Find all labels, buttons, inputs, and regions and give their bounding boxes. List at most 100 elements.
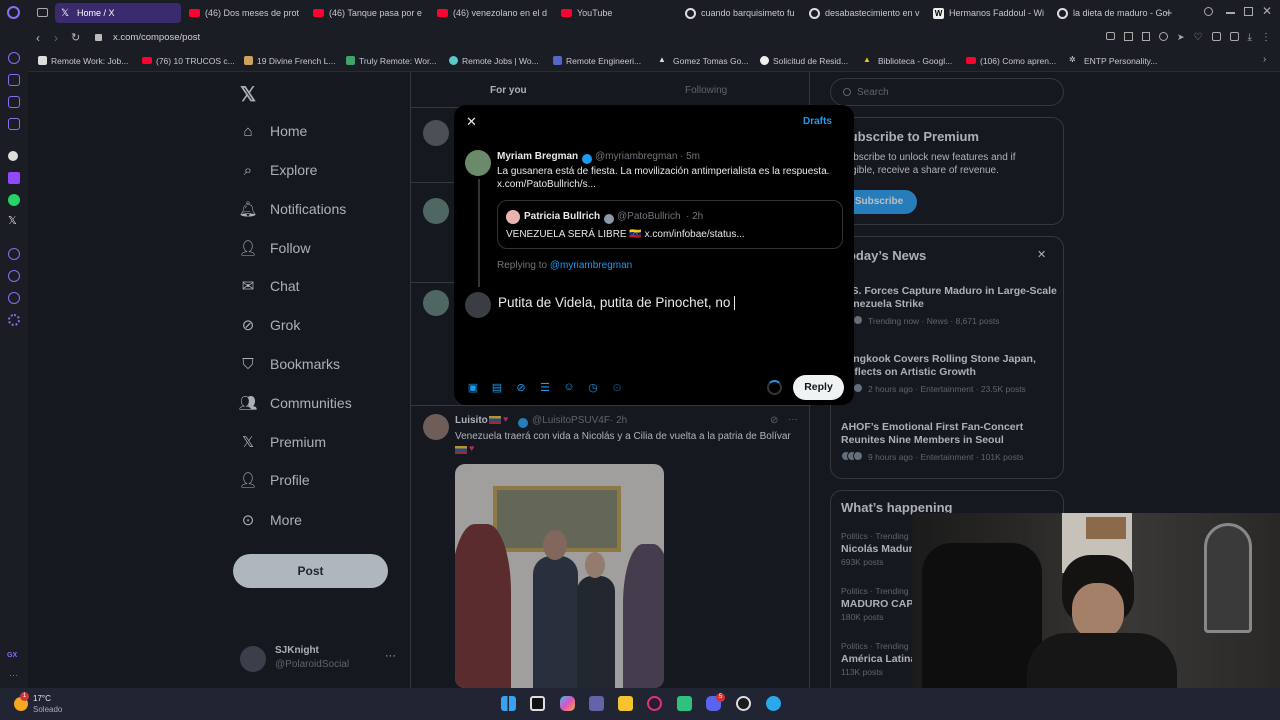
- quoted-post[interactable]: Patricia Bullrich @PatoBullrich · 2h VEN…: [497, 200, 843, 249]
- music-icon[interactable]: [8, 248, 20, 260]
- close-window-icon[interactable]: ✕: [1262, 4, 1272, 18]
- whatsapp-icon[interactable]: [8, 194, 20, 206]
- tab-overview-icon[interactable]: [37, 8, 48, 17]
- teams-icon[interactable]: [589, 696, 604, 711]
- youtube-icon: [189, 9, 200, 17]
- reply-textarea[interactable]: Putita de Videla, putita de Pinochet, no: [498, 295, 838, 365]
- bookmark-item[interactable]: Remote Engineeri...: [545, 55, 650, 66]
- tab-youtube-3[interactable]: (46) venezolano en el d: [431, 3, 553, 23]
- minimize-icon[interactable]: [1226, 12, 1235, 14]
- bookmark-item[interactable]: (76) 10 TRUCOS c...: [134, 55, 236, 66]
- notepad-icon[interactable]: [677, 696, 692, 711]
- camera-icon[interactable]: [1106, 32, 1115, 40]
- wallet-icon[interactable]: [1229, 32, 1239, 41]
- settings-icon[interactable]: [8, 314, 20, 326]
- tab-youtube-4[interactable]: YouTube: [555, 3, 677, 23]
- schedule-icon[interactable]: ◷: [587, 381, 599, 394]
- gx-badge[interactable]: GX: [7, 652, 17, 659]
- windows-taskbar: 1 17°C Soleado: [0, 688, 1280, 720]
- copilot-icon[interactable]: [560, 696, 575, 711]
- sidebar-app-icon[interactable]: [8, 96, 20, 108]
- windows-start-icon[interactable]: [501, 696, 516, 711]
- bookmark-favicon-icon: [449, 56, 458, 65]
- bookmarks-more-icon[interactable]: ›: [1263, 54, 1266, 65]
- x-logo-icon[interactable]: 𝕏: [8, 215, 20, 227]
- bookmark-item[interactable]: Truly Remote: Wor...: [338, 55, 441, 66]
- youtube-icon: [313, 9, 324, 17]
- verified-badge-icon: [582, 154, 592, 164]
- task-view-icon[interactable]: [530, 696, 545, 711]
- bookmark-item[interactable]: 19 Divine French L...: [236, 55, 338, 66]
- location-icon[interactable]: ⊙: [611, 381, 623, 394]
- more-icon[interactable]: ···: [9, 670, 18, 680]
- post-text: La gusanera está de fiesta. La movilizac…: [497, 166, 830, 177]
- weather-desc: Soleado: [33, 705, 63, 714]
- grok-icon[interactable]: ⊘: [515, 381, 527, 394]
- emoji-icon[interactable]: ☺: [563, 381, 575, 393]
- post-link[interactable]: x.com/PatoBullrich/s...: [497, 179, 596, 190]
- opera-icon[interactable]: [647, 696, 662, 711]
- gif-icon[interactable]: ▤: [491, 381, 503, 394]
- close-icon[interactable]: ✕: [466, 114, 477, 130]
- history-icon[interactable]: [8, 270, 20, 282]
- drafts-button[interactable]: Drafts: [803, 116, 832, 127]
- tab-google-1[interactable]: cuando barquisimeto fu: [679, 3, 801, 23]
- tab-youtube-1[interactable]: (46) Dos meses de prot: [183, 3, 305, 23]
- extensions-icon[interactable]: [1211, 32, 1221, 41]
- author-handle[interactable]: @myriambregman: [595, 151, 677, 162]
- bookmark-page-icon[interactable]: [1142, 32, 1150, 41]
- bookmark-item[interactable]: Remote Work: Job...: [30, 55, 134, 66]
- bookmark-item[interactable]: Solicitud de Resid...: [752, 55, 855, 66]
- forward-icon[interactable]: ›: [54, 31, 58, 45]
- sidebar-app-icon[interactable]: [8, 151, 18, 161]
- person-face: [1072, 583, 1124, 639]
- maximize-icon[interactable]: [1244, 7, 1253, 16]
- sidebar-app-icon[interactable]: [8, 118, 20, 130]
- replying-to-handle[interactable]: @myriambregman: [550, 260, 632, 271]
- bookmark-item[interactable]: (106) Como apren...: [958, 55, 1061, 66]
- weather-widget[interactable]: 1 17°C Soleado: [12, 692, 92, 716]
- sidebar-app-icon[interactable]: [8, 74, 20, 86]
- url-field[interactable]: x.com/compose/post: [113, 32, 200, 43]
- bookmark-item[interactable]: ✲ ENTP Personality...: [1061, 55, 1161, 66]
- bookmark-item[interactable]: Remote Jobs | Wo...: [441, 55, 545, 66]
- tab-wikipedia[interactable]: W Hermanos Faddoul - Wi: [927, 3, 1049, 23]
- replying-to-label: Replying to @myriambregman: [497, 260, 633, 271]
- aria-icon[interactable]: [8, 52, 20, 64]
- menu-icon[interactable]: ⋮: [1261, 32, 1271, 43]
- youtube-icon: [561, 9, 572, 17]
- new-tab-icon[interactable]: +: [1165, 5, 1173, 20]
- poll-icon[interactable]: ☰: [539, 381, 551, 394]
- heart-icon[interactable]: ♡: [1194, 32, 1203, 43]
- text-cursor: [734, 296, 736, 311]
- reply-button[interactable]: Reply: [793, 375, 844, 400]
- image-icon[interactable]: ▣: [467, 381, 479, 394]
- twitch-icon[interactable]: [8, 172, 20, 184]
- tab-home-x[interactable]: 𝕏 Home / X: [55, 3, 181, 23]
- reload-icon[interactable]: ↻: [71, 31, 80, 44]
- sidebar-app-icon[interactable]: [8, 292, 20, 304]
- bookmark-favicon-icon: [38, 56, 47, 65]
- shield-icon[interactable]: [1159, 32, 1168, 41]
- author-name[interactable]: Myriam Bregman: [497, 151, 578, 162]
- search-icon[interactable]: [1204, 7, 1213, 16]
- bookmark-item[interactable]: ▲ Gomez Tomas Go...: [650, 55, 752, 66]
- bookmark-item[interactable]: ▲ Biblioteca - Googl...: [855, 55, 958, 66]
- verified-badge-icon: [604, 214, 614, 224]
- tab-google-2[interactable]: desabastecimiento en v: [803, 3, 925, 23]
- snapshot-icon[interactable]: [1124, 32, 1133, 41]
- obs-icon[interactable]: [736, 696, 751, 711]
- quote-author-name: Patricia Bullrich: [524, 211, 601, 222]
- tab-youtube-2[interactable]: (46) Tanque pasa por e: [307, 3, 429, 23]
- download-icon[interactable]: ⤓: [1248, 32, 1252, 43]
- tab-google-3[interactable]: la dieta de maduro - Go: [1051, 3, 1169, 23]
- send-icon[interactable]: ➤: [1177, 32, 1185, 43]
- character-progress-ring: [767, 380, 782, 395]
- wikipedia-icon: W: [933, 7, 944, 19]
- opera-logo-icon[interactable]: [7, 6, 20, 19]
- telegram-icon[interactable]: [766, 696, 781, 711]
- back-icon[interactable]: ‹: [36, 31, 40, 45]
- google-icon: [1057, 7, 1068, 19]
- file-explorer-icon[interactable]: [618, 696, 633, 711]
- lock-icon: [95, 34, 102, 41]
